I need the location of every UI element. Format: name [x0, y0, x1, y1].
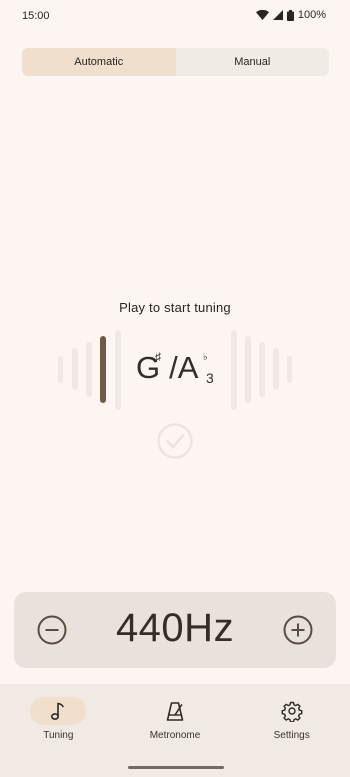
- detected-note: G ♯/A ♭ 3: [136, 350, 214, 394]
- tuning-mode-toggle: Automatic Manual: [22, 48, 329, 76]
- sharp-symbol: ♯: [155, 350, 161, 364]
- check-circle-icon: [157, 423, 193, 459]
- plus-circle-icon[interactable]: [282, 614, 314, 646]
- nav-item-metronome[interactable]: Metronome: [117, 684, 234, 777]
- meter-bar: [259, 342, 265, 397]
- status-time: 15:00: [22, 10, 50, 22]
- note-secondary: A: [177, 350, 199, 385]
- meter-bar: [86, 342, 92, 397]
- metronome-icon: [166, 702, 184, 721]
- meter-bar: [58, 356, 63, 383]
- meter-bar: [245, 336, 251, 403]
- bottom-navigation: Tuning Metronome Settings: [0, 684, 350, 777]
- music-note-icon: [51, 702, 65, 720]
- note-separator: /: [169, 350, 178, 385]
- note-octave: 3: [206, 370, 214, 386]
- flat-symbol: ♭: [203, 352, 208, 363]
- gear-icon: [281, 701, 303, 722]
- tab-automatic[interactable]: Automatic: [22, 48, 176, 76]
- battery-icon: [286, 9, 294, 21]
- nav-item-settings[interactable]: Settings: [233, 684, 350, 777]
- tab-manual[interactable]: Manual: [176, 48, 330, 76]
- status-icons: 100%: [255, 9, 326, 21]
- meter-bar: [287, 356, 292, 383]
- nav-item-tuning[interactable]: Tuning: [0, 684, 117, 777]
- wifi-icon: [255, 10, 269, 20]
- meter-bar: [273, 348, 279, 390]
- gesture-handle[interactable]: [128, 766, 224, 769]
- tuning-prompt: Play to start tuning: [119, 300, 231, 315]
- tuning-indicator-bar: [100, 336, 106, 403]
- status-bar: 15:00 100%: [0, 0, 350, 32]
- battery-percent: 100%: [297, 9, 326, 21]
- reference-pitch-panel: 440Hz: [14, 592, 336, 668]
- nav-label-tuning: Tuning: [43, 730, 74, 741]
- nav-label-metronome: Metronome: [149, 730, 201, 741]
- meter-bar: [231, 330, 237, 410]
- meter-bar: [72, 348, 78, 390]
- signal-icon: [272, 10, 283, 20]
- meter-bar: [115, 330, 121, 410]
- nav-label-settings: Settings: [273, 730, 310, 741]
